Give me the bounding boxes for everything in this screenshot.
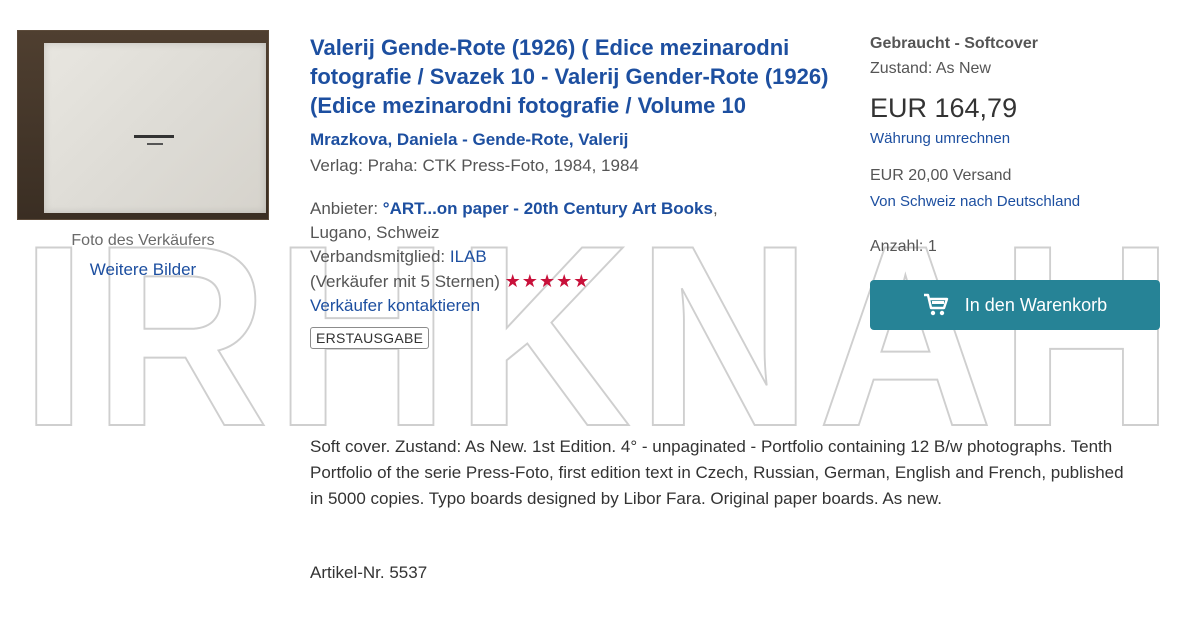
contact-seller-link[interactable]: Verkäufer kontaktieren xyxy=(310,296,480,315)
more-images-link[interactable]: Weitere Bilder xyxy=(17,260,269,280)
condition-title: Gebraucht - Softcover xyxy=(870,35,1039,52)
price: EUR 164,79 xyxy=(870,93,1018,123)
publisher-value: Praha: CTK Press-Foto, 1984, 1984 xyxy=(367,156,639,175)
star-icon: ★ xyxy=(521,271,539,291)
buy-box: Gebraucht - Softcover Zustand: As New EU… xyxy=(870,33,1170,330)
seller-location: Lugano, Schweiz xyxy=(310,223,440,242)
rating-text: (Verkäufer mit 5 Sternen) xyxy=(310,272,500,291)
membership-label: Verbandsmitglied: xyxy=(310,247,446,266)
photo-caption: Foto des Verkäufers xyxy=(71,232,215,249)
first-edition-badge: ERSTAUSGABE xyxy=(310,327,430,349)
listing-details: Valerij Gende-Rote (1926) ( Edice mezina… xyxy=(310,33,840,349)
publisher-line: Verlag: Praha: CTK Press-Foto, 1984, 198… xyxy=(310,154,840,178)
shipping-route-link[interactable]: Von Schweiz nach Deutschland xyxy=(870,193,1170,210)
cover-subtitle-mark xyxy=(147,143,163,145)
author-link[interactable]: Mrazkova, Daniela - Gende-Rote, Valerij xyxy=(310,128,840,152)
star-icon: ★ xyxy=(538,271,557,291)
listing-title[interactable]: Valerij Gende-Rote (1926) ( Edice mezina… xyxy=(310,33,840,120)
membership-link[interactable]: ILAB xyxy=(450,247,487,266)
description: Soft cover. Zustand: As New. 1st Edition… xyxy=(310,437,1124,508)
star-icon: ★ xyxy=(556,271,574,291)
membership-line: Verbandsmitglied: ILAB xyxy=(310,245,840,269)
rating-stars: ★★★★★ xyxy=(505,271,591,291)
quantity: Anzahl: 1 xyxy=(870,238,937,255)
photo-column: Foto des Verkäufers Weitere Bilder xyxy=(17,30,269,280)
star-icon: ★ xyxy=(573,271,591,291)
seller-name-link[interactable]: °ART...on paper - 20th Century Art Books xyxy=(383,199,713,218)
add-to-cart-button[interactable]: In den Warenkorb xyxy=(870,280,1160,330)
condition-text: Zustand: As New xyxy=(870,60,991,77)
seller-line: Anbieter: °ART...on paper - 20th Century… xyxy=(310,199,718,218)
cart-icon xyxy=(923,293,948,316)
portfolio-cover xyxy=(44,43,266,213)
seller-block: Anbieter: °ART...on paper - 20th Century… xyxy=(310,197,840,318)
article-number: Artikel-Nr. 5537 xyxy=(310,563,428,582)
add-to-cart-label: In den Warenkorb xyxy=(964,294,1108,315)
convert-currency-link[interactable]: Währung umrechnen xyxy=(870,130,1170,147)
product-photo[interactable] xyxy=(17,30,269,220)
cover-title-mark xyxy=(134,135,174,138)
publisher-label: Verlag: xyxy=(310,156,363,175)
rating-line: (Verkäufer mit 5 Sternen) ★★★★★ xyxy=(310,269,840,294)
star-icon: ★ xyxy=(504,271,522,291)
shipping-cost: EUR 20,00 Versand xyxy=(870,167,1012,184)
seller-label: Anbieter: xyxy=(310,199,379,218)
